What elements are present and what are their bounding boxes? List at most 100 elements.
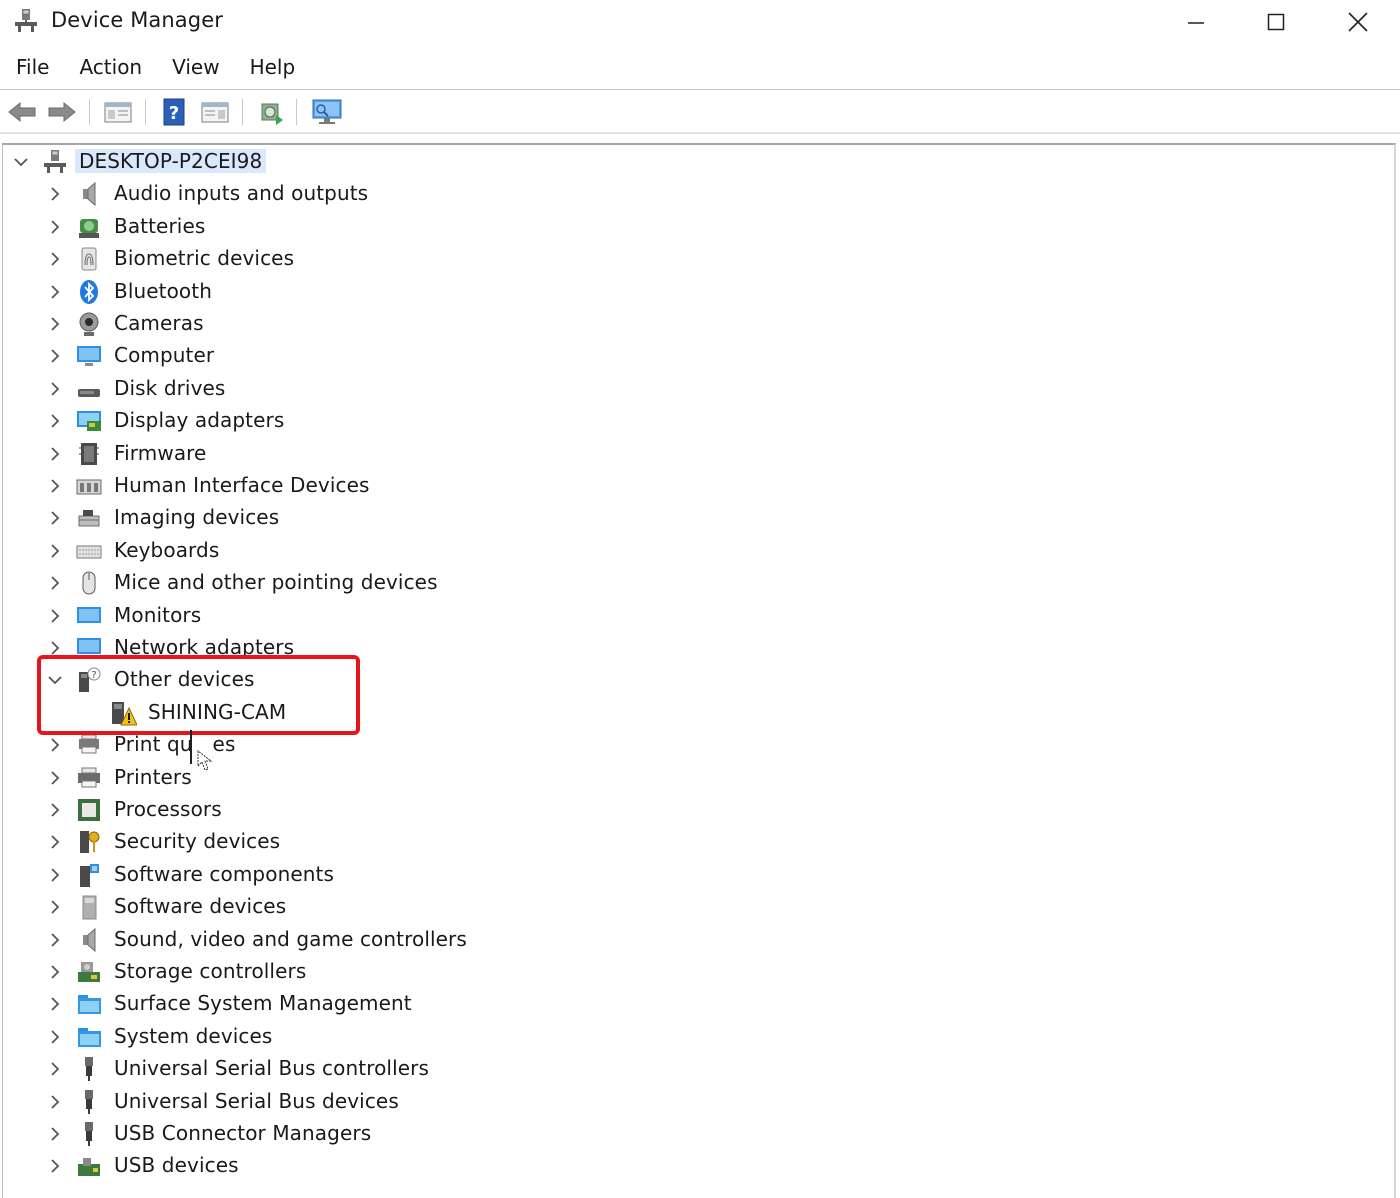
scan-hardware-button[interactable] [310, 95, 344, 129]
device-tree[interactable]: DESKTOP-P2CEI98 Audio inputs and outputs B… [2, 143, 1396, 1198]
tree-category[interactable]: Mice and other pointing devices [3, 567, 1383, 599]
tree-category[interactable]: Keyboards [3, 535, 1383, 567]
svg-text:?: ? [91, 670, 96, 681]
tree-category[interactable]: Sound, video and game controllers [3, 924, 1383, 956]
tree-category[interactable]: Human Interface Devices [3, 470, 1383, 502]
tree-category[interactable]: Software devices [3, 891, 1383, 923]
mouse-pointer-icon [197, 750, 213, 771]
chevron-right-icon[interactable] [47, 478, 63, 494]
chevron-right-icon[interactable] [47, 1126, 63, 1142]
tree-category[interactable]: USB devices [3, 1150, 1383, 1182]
chevron-right-icon[interactable] [47, 834, 63, 850]
tree-category[interactable]: Storage controllers [3, 956, 1383, 988]
chevron-right-icon[interactable] [47, 543, 63, 559]
network-adapter-icon [77, 638, 101, 659]
tree-category[interactable]: Batteries [3, 211, 1383, 243]
usb-icon [85, 1122, 93, 1146]
warning-device-icon [112, 701, 137, 726]
show-hide-console-tree-button[interactable] [101, 95, 135, 129]
chevron-right-icon[interactable] [47, 964, 63, 980]
chevron-right-icon[interactable] [47, 996, 63, 1012]
chevron-right-icon[interactable] [47, 802, 63, 818]
menu-help[interactable]: Help [234, 50, 310, 88]
chevron-right-icon[interactable] [47, 932, 63, 948]
chevron-right-icon[interactable] [47, 381, 63, 397]
maximize-icon [1267, 13, 1285, 31]
tree-category[interactable]: Monitors [3, 600, 1383, 632]
minimize-button[interactable] [1156, 0, 1236, 44]
chevron-right-icon[interactable] [47, 770, 63, 786]
tree-category[interactable]: Network adapters [3, 632, 1383, 664]
tree-category[interactable]: Security devices [3, 826, 1383, 858]
tree-item-label: Processors [114, 797, 222, 821]
title-bar: Device Manager [0, 0, 1400, 44]
chevron-right-icon[interactable] [47, 348, 63, 364]
tree-category[interactable]: Bluetooth [3, 276, 1383, 308]
help-button[interactable]: ? [157, 95, 191, 129]
chevron-right-icon[interactable] [47, 251, 63, 267]
chevron-right-icon[interactable] [47, 1061, 63, 1077]
tree-category[interactable]: Disk drives [3, 373, 1383, 405]
chevron-right-icon[interactable] [47, 284, 63, 300]
maximize-button[interactable] [1236, 0, 1316, 44]
chevron-right-icon[interactable] [47, 899, 63, 915]
tree-category[interactable]: Universal Serial Bus devices [3, 1086, 1383, 1118]
tree-item-label: Universal Serial Bus controllers [114, 1056, 429, 1081]
close-button[interactable] [1318, 0, 1398, 44]
tree-category[interactable]: Universal Serial Bus controllers [3, 1053, 1383, 1085]
menu-action[interactable]: Action [63, 50, 156, 88]
software-component-icon [80, 863, 99, 887]
tree-category[interactable]: Processors [3, 794, 1383, 826]
chevron-right-icon[interactable] [47, 186, 63, 202]
tree-category[interactable]: USB Connector Managers [3, 1118, 1383, 1150]
tree-category[interactable]: Cameras [3, 308, 1383, 340]
tree-category[interactable]: System devices [3, 1021, 1383, 1053]
imaging-icon [78, 510, 100, 527]
chevron-right-icon[interactable] [47, 640, 63, 656]
tree-category[interactable]: Surface System Management [3, 988, 1383, 1020]
chevron-right-icon[interactable] [47, 446, 63, 462]
tree-category[interactable]: Computer [3, 340, 1383, 372]
back-button[interactable] [5, 95, 39, 129]
tree-category[interactable]: Firmware [3, 438, 1383, 470]
tree-item-label: Display adapters [114, 408, 285, 433]
device-manager-icon [15, 9, 37, 32]
tree-category[interactable]: Imaging devices [3, 502, 1383, 534]
tree-category[interactable]: ? Other devices [3, 664, 1383, 696]
chevron-right-icon[interactable] [47, 316, 63, 332]
chevron-right-icon[interactable] [47, 867, 63, 883]
bluetooth-icon [80, 279, 98, 304]
chevron-down-icon[interactable] [13, 154, 29, 170]
chevron-right-icon[interactable] [47, 608, 63, 624]
toolbar: ? [0, 91, 1400, 131]
tree-root[interactable]: DESKTOP-P2CEI98 [3, 146, 1383, 178]
chevron-right-icon[interactable] [47, 413, 63, 429]
chevron-right-icon[interactable] [47, 1029, 63, 1045]
chevron-right-icon[interactable] [47, 1094, 63, 1110]
print-queue-icon [79, 734, 99, 754]
update-driver-button[interactable] [253, 95, 287, 129]
tree-category[interactable]: Display adapters [3, 405, 1383, 437]
chevron-right-icon[interactable] [47, 737, 63, 753]
chevron-down-icon[interactable] [47, 672, 63, 688]
forward-button[interactable] [45, 95, 79, 129]
chevron-right-icon[interactable] [47, 1158, 63, 1174]
toolbar-separator [89, 99, 90, 125]
tree-item-label: Universal Serial Bus devices [114, 1088, 399, 1113]
properties-icon [104, 102, 132, 123]
menu-view[interactable]: View [156, 50, 233, 88]
mouse-icon [82, 571, 96, 595]
menu-file[interactable]: File [0, 50, 63, 88]
tree-category[interactable]: Software components [3, 859, 1383, 891]
chevron-right-icon[interactable] [47, 510, 63, 526]
tree-category[interactable]: Audio inputs and outputs [3, 178, 1383, 210]
help-icon: ? [163, 98, 185, 126]
action-pane-button[interactable] [198, 95, 232, 129]
tree-category[interactable]: Biometric devices [3, 243, 1383, 275]
tree-item-label: Other devices [114, 667, 255, 692]
chevron-right-icon[interactable] [47, 219, 63, 235]
tree-item-label: DESKTOP-P2CEI98 [75, 149, 267, 173]
chevron-right-icon[interactable] [47, 575, 63, 591]
tree-item-label-suffix: es [212, 732, 236, 757]
tree-device[interactable]: SHINING-CAM [3, 697, 1383, 729]
